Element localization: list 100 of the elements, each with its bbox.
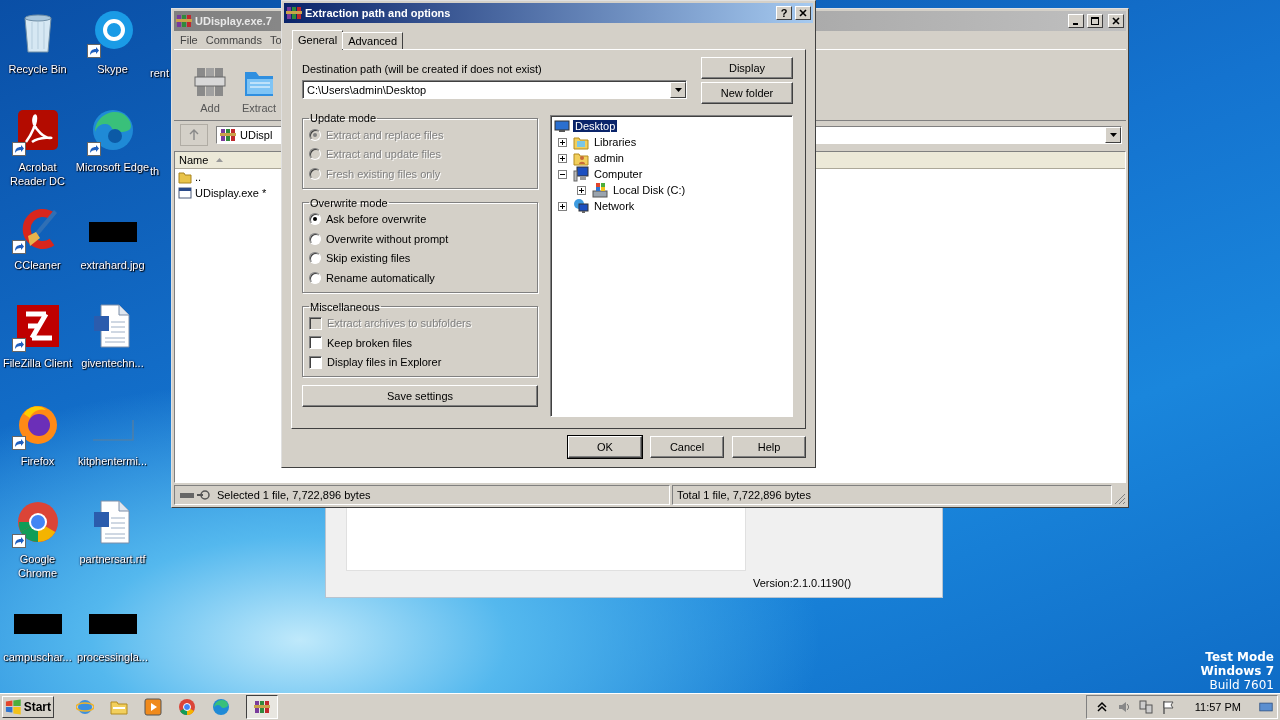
file-name[interactable]: UDisplay.exe * xyxy=(195,187,267,199)
tab[interactable]: Advanced xyxy=(342,32,404,49)
watermark-text: Build 7601 xyxy=(1209,678,1274,692)
close-icon xyxy=(799,9,807,17)
desktop-icon-label[interactable]: kitphentermi... xyxy=(77,454,148,468)
tree-item[interactable]: Local Disk (C:) xyxy=(611,184,688,196)
plus-box-icon[interactable] xyxy=(558,137,567,147)
dialog-button[interactable]: Cancel xyxy=(650,436,724,458)
dialog-button[interactable]: New folder xyxy=(701,82,793,104)
group-title: Overwrite mode xyxy=(309,196,389,209)
hard-drive-icon xyxy=(592,182,608,198)
watermark-text: Test Mode xyxy=(1205,650,1274,664)
archive-app-icon xyxy=(253,698,271,716)
dropdown-button[interactable] xyxy=(670,81,686,98)
library-folder-icon xyxy=(573,134,589,150)
option-label[interactable]: Overwrite without prompt xyxy=(326,232,449,245)
dialog-button[interactable]: OK xyxy=(568,436,642,458)
menu-item[interactable]: File xyxy=(180,34,198,46)
option-label[interactable]: Ask before overwrite xyxy=(326,213,427,226)
plus-box-icon[interactable] xyxy=(577,185,586,195)
start-button[interactable]: Start xyxy=(2,696,54,718)
close-button[interactable] xyxy=(1108,14,1124,28)
taskbar-app-button[interactable] xyxy=(246,695,278,719)
desktop-icon-label[interactable]: Microsoft Edge xyxy=(75,160,150,174)
group-title: Update mode xyxy=(309,112,378,124)
dialog-title: Extraction path and options xyxy=(305,7,451,19)
internet-explorer-icon xyxy=(76,698,94,716)
dropdown-arrow-icon xyxy=(1109,133,1117,137)
desktop-icon-label[interactable]: rent xyxy=(150,66,169,80)
option-label[interactable]: Skip existing files xyxy=(326,252,411,265)
dropdown-button[interactable] xyxy=(1105,127,1121,143)
tree-item[interactable]: admin xyxy=(592,152,626,164)
books-icon xyxy=(193,65,227,99)
status-panel: Total 1 file, 7,722,896 bytes xyxy=(672,485,1112,505)
folder-icon xyxy=(110,698,128,716)
clock[interactable]: 11:57 PM xyxy=(1194,701,1241,713)
minus-box-icon[interactable] xyxy=(558,169,567,179)
desktop-icon-label[interactable]: giventechn... xyxy=(81,356,144,370)
group-title: Miscellaneous xyxy=(309,300,381,313)
taskbar-app-button[interactable] xyxy=(144,698,162,716)
windows-flag-icon xyxy=(5,699,22,715)
flag-icon[interactable] xyxy=(1160,700,1175,714)
menu-item[interactable]: Commands xyxy=(205,34,262,46)
user-folder-icon xyxy=(573,150,589,166)
plus-box-icon[interactable] xyxy=(558,201,567,211)
drive-key-icon xyxy=(179,490,213,500)
toolbar-button[interactable]: Extract xyxy=(236,65,282,114)
browser-icon xyxy=(212,698,230,716)
status-panel: Selected 1 file, 7,722,896 bytes xyxy=(174,485,670,505)
up-arrow-icon xyxy=(188,129,200,141)
radio-button[interactable] xyxy=(309,252,321,265)
archive-app-icon xyxy=(220,127,236,143)
dialog-button[interactable]: Help xyxy=(732,436,806,458)
desktop-icon-label[interactable]: Firefox xyxy=(20,454,55,468)
window-title: UDisplay.exe.7 xyxy=(195,15,272,27)
window-file-icon xyxy=(178,186,192,200)
save-settings-button[interactable]: Save settings xyxy=(302,385,538,407)
desktop-icon-label[interactable]: FileZilla Client xyxy=(2,356,73,370)
watermark-text: Windows 7 xyxy=(1200,664,1274,678)
desktop-icon-label[interactable]: CCleaner xyxy=(14,258,61,272)
version-text: Version:2.1.0.1190() xyxy=(753,577,852,589)
desktop-icon-label[interactable]: Skype xyxy=(97,62,128,76)
desktop-icon-label[interactable]: extrahard.jpg xyxy=(80,258,145,272)
radio-button[interactable] xyxy=(309,213,321,226)
dropdown-arrow-icon xyxy=(674,87,682,92)
browser-icon xyxy=(178,698,196,716)
option-label[interactable]: Keep broken files xyxy=(327,336,412,349)
tree-item[interactable]: Desktop xyxy=(573,120,618,132)
menu-item[interactable]: To xyxy=(270,34,282,46)
resize-grip-icon[interactable] xyxy=(1114,493,1126,505)
path-combo[interactable]: C:\Users\admin\Desktop xyxy=(302,80,687,99)
tree-item[interactable]: Computer xyxy=(592,168,645,180)
tree-item[interactable]: Network xyxy=(592,200,637,212)
desktop-icon-label[interactable]: Recycle Bin xyxy=(8,62,67,76)
desktop-icon-label[interactable]: Acrobat Reader DC xyxy=(0,160,75,188)
help-button[interactable]: ? xyxy=(776,6,792,20)
desktop-icon-label[interactable]: th xyxy=(150,164,160,178)
file-name[interactable]: .. xyxy=(195,171,202,183)
show-desktop-icon[interactable] xyxy=(1259,700,1273,714)
network-icon xyxy=(573,198,589,214)
archive-app-icon xyxy=(176,13,192,29)
close-button[interactable] xyxy=(795,6,811,20)
monitor-icon xyxy=(554,118,570,134)
tab[interactable]: General xyxy=(292,30,344,50)
checkbox[interactable] xyxy=(309,355,322,369)
field-label: Destination path (will be created if does not exist) xyxy=(302,63,543,75)
option-label[interactable]: Display files in Explorer xyxy=(327,356,442,369)
minimize-button[interactable] xyxy=(1068,14,1084,28)
network-icon[interactable] xyxy=(1138,700,1153,714)
maximize-button[interactable] xyxy=(1087,14,1103,28)
dialog-button[interactable]: Display xyxy=(701,57,793,79)
archive-app-icon xyxy=(286,5,302,21)
tree-item[interactable]: Libraries xyxy=(592,136,639,148)
media-player-icon xyxy=(144,698,162,716)
computer-icon xyxy=(573,166,589,182)
maximize-icon xyxy=(1091,17,1099,25)
option-label[interactable]: Rename automatically xyxy=(326,271,435,284)
toolbar-button[interactable]: Add xyxy=(184,65,236,114)
checkbox[interactable] xyxy=(309,336,322,350)
plus-box-icon[interactable] xyxy=(558,153,567,163)
